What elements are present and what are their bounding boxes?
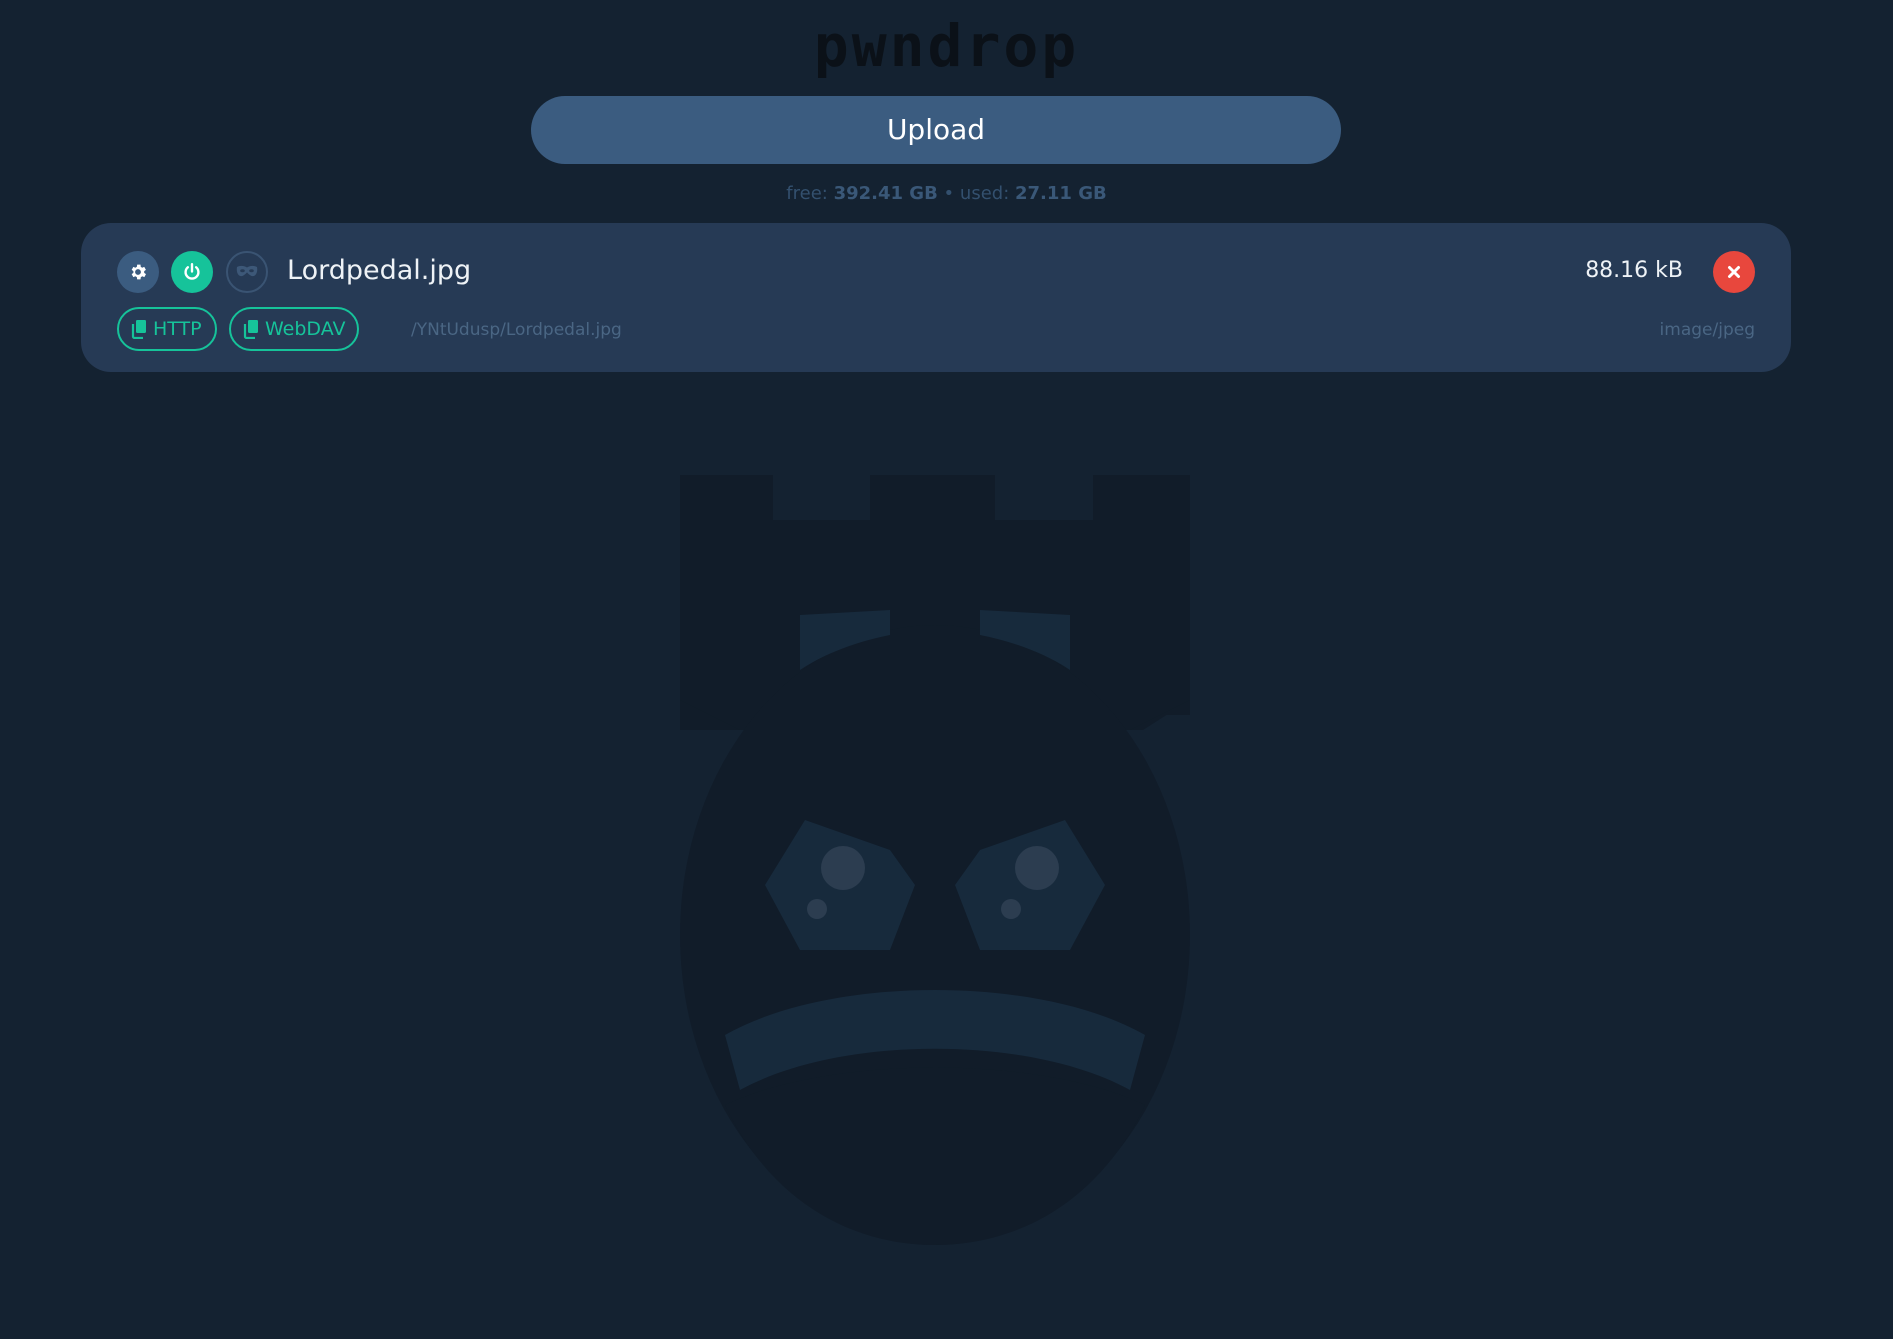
free-value: 392.41 GB xyxy=(833,183,938,204)
upload-button[interactable]: Upload xyxy=(531,96,1341,164)
used-label: used: xyxy=(959,183,1010,204)
file-size: 88.16 kB xyxy=(1585,258,1683,283)
power-icon xyxy=(184,263,200,280)
settings-button[interactable] xyxy=(117,251,159,293)
copy-webdav-link-button[interactable]: WebDAV xyxy=(229,307,359,351)
http-link-label: HTTP xyxy=(153,318,202,340)
close-icon xyxy=(1728,266,1740,278)
app-logo: pwndrop xyxy=(813,12,1080,80)
free-label: free: xyxy=(786,183,828,204)
used-value: 27.11 GB xyxy=(1015,183,1107,204)
file-mime-type: image/jpeg xyxy=(1659,320,1755,340)
app-page: pwndrop Upload free: 392.41 GB • used: 2… xyxy=(0,0,1893,1339)
power-toggle-button[interactable] xyxy=(171,251,213,293)
facade-toggle-button[interactable] xyxy=(226,251,268,293)
copy-icon xyxy=(131,320,146,339)
delete-file-button[interactable] xyxy=(1713,251,1755,293)
webdav-link-label: WebDAV xyxy=(265,318,346,340)
copy-icon xyxy=(243,320,258,339)
copy-http-link-button[interactable]: HTTP xyxy=(117,307,217,351)
file-path: /YNtUdusp/Lordpedal.jpg xyxy=(411,320,622,340)
file-card: Lordpedal.jpg 88.16 kB HTTP WebDAV /YNtU… xyxy=(81,223,1791,372)
storage-separator: • xyxy=(943,183,955,204)
gear-icon xyxy=(131,264,146,280)
mask-icon xyxy=(236,265,258,277)
mascot-watermark xyxy=(680,475,1190,1245)
file-name: Lordpedal.jpg xyxy=(287,255,472,286)
storage-info: free: 392.41 GB • used: 27.11 GB xyxy=(0,180,1893,208)
